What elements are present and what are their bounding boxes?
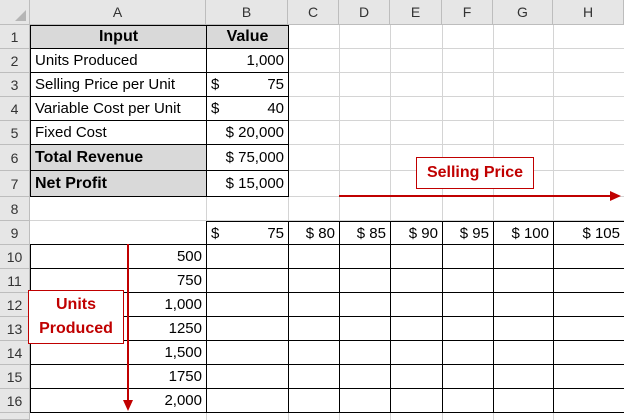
cell-a16-units[interactable]: 2,000	[31, 389, 206, 412]
row-header-1[interactable]: 1	[0, 25, 30, 49]
cell-b6-total-revenue-value[interactable]: $ 75,000	[207, 145, 288, 170]
row-header-11[interactable]: 11	[0, 269, 30, 293]
currency-symbol: $	[211, 76, 220, 93]
data-table-row9-bottom	[206, 244, 624, 245]
cell-d9-price[interactable]: $ 85	[340, 222, 390, 244]
callout-line-produced: Produced	[39, 320, 113, 337]
cell-b4-variable-cost-value[interactable]: $ 40	[207, 97, 288, 120]
cell-b7-net-profit-value[interactable]: $ 15,000	[207, 171, 288, 196]
cell-a2-units-produced-label[interactable]: Units Produced	[31, 49, 206, 72]
currency-symbol: $	[211, 224, 220, 242]
selling-price-callout: Selling Price	[416, 157, 534, 189]
row-header-9[interactable]: 9	[0, 221, 30, 245]
data-table-borders	[206, 221, 624, 413]
col-header-f[interactable]: F	[442, 0, 493, 25]
row-header-12[interactable]: 12	[0, 293, 30, 317]
row-header-5[interactable]: 5	[0, 121, 30, 145]
cell-f9-price[interactable]: $ 95	[443, 222, 493, 244]
row-header-14[interactable]: 14	[0, 341, 30, 365]
cell-a7-net-profit-label[interactable]: Net Profit	[31, 171, 206, 196]
currency-symbol: $	[211, 100, 220, 117]
row-header-17	[0, 413, 30, 420]
row-header-8[interactable]: 8	[0, 197, 30, 221]
cell-a14-units[interactable]: 1,500	[31, 341, 206, 364]
row-header-4[interactable]: 4	[0, 97, 30, 121]
row-header-3[interactable]: 3	[0, 73, 30, 97]
col-header-c[interactable]: C	[288, 0, 339, 25]
row-header-13[interactable]: 13	[0, 317, 30, 341]
cell-c9-price[interactable]: $ 80	[289, 222, 339, 244]
row-header-7[interactable]: 7	[0, 171, 30, 197]
cell-e9-price[interactable]: $ 90	[391, 222, 442, 244]
col-header-b[interactable]: B	[206, 0, 288, 25]
col-header-h[interactable]: H	[553, 0, 624, 25]
callout-line-units: Units	[56, 296, 96, 313]
cell-g9-price[interactable]: $ 100	[494, 222, 553, 244]
row-header-6[interactable]: 6	[0, 145, 30, 171]
cell-h9-price[interactable]: $ 105	[554, 222, 624, 244]
cell-b1-value-header[interactable]: Value	[207, 26, 288, 48]
cell-a15-units[interactable]: 1750	[31, 365, 206, 388]
input-table-divider	[206, 25, 207, 197]
cell-a11-units[interactable]: 750	[31, 269, 206, 292]
cell-b2-units-produced-value[interactable]: 1,000	[207, 49, 288, 72]
col-header-e[interactable]: E	[390, 0, 442, 25]
cell-a1-input-header[interactable]: Input	[31, 26, 206, 48]
cell-a4-variable-cost-label[interactable]: Variable Cost per Unit	[31, 97, 206, 120]
cell-a5-fixed-cost-label[interactable]: Fixed Cost	[31, 121, 206, 144]
row-header-16[interactable]: 16	[0, 389, 30, 413]
cell-a3-selling-price-label[interactable]: Selling Price per Unit	[31, 73, 206, 96]
col-header-g[interactable]: G	[493, 0, 553, 25]
select-all-corner[interactable]	[0, 0, 30, 25]
cell-a10-units[interactable]: 500	[31, 245, 206, 268]
amount: 75	[267, 76, 284, 93]
row-header-10[interactable]: 10	[0, 245, 30, 269]
units-produced-callout: Units Produced	[28, 290, 124, 344]
row-header-15[interactable]: 15	[0, 365, 30, 389]
amount: 40	[267, 100, 284, 117]
cell-a6-total-revenue-label[interactable]: Total Revenue	[31, 145, 206, 170]
selling-price-arrow-icon	[339, 191, 621, 201]
col-header-d[interactable]: D	[339, 0, 390, 25]
cell-b3-selling-price-value[interactable]: $ 75	[207, 73, 288, 96]
cell-b5-fixed-cost-value[interactable]: $ 20,000	[207, 121, 288, 144]
select-all-triangle-icon	[15, 10, 26, 21]
cell-b9-price-75[interactable]: $ 75	[207, 222, 288, 244]
amount: 75	[267, 224, 284, 242]
row-header-2[interactable]: 2	[0, 49, 30, 73]
col-header-a[interactable]: A	[30, 0, 206, 25]
